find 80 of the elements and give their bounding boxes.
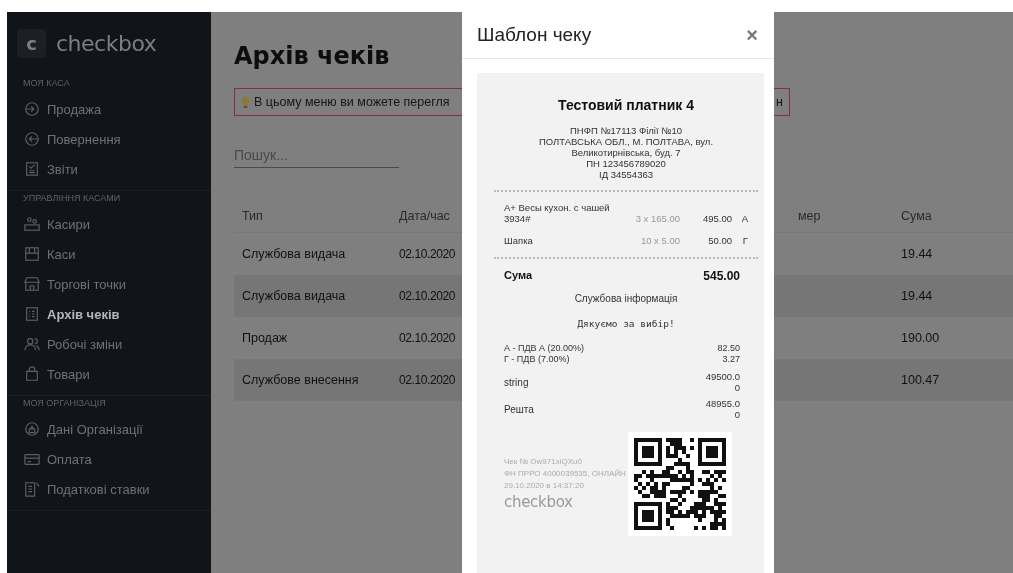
payment-value: 49500.00: [704, 371, 740, 393]
sidebar-item[interactable]: Робочі зміни: [7, 329, 211, 359]
table-cell: 02.10.2020: [399, 373, 456, 387]
enter-icon: [24, 101, 40, 117]
item-quantity: 10 x 5.00: [639, 235, 680, 246]
document-icon: [24, 481, 40, 497]
sidebar-item[interactable]: Звіти: [7, 154, 211, 184]
hint-text: н: [776, 95, 783, 109]
receipt-text: ПОЛТАВСЬКА ОБЛ., М. ПОЛТАВА, вул. Великотирнівська, буд. 7: [537, 136, 715, 158]
item-amount: 495.00: [701, 213, 732, 224]
total-value: 545.00: [703, 269, 740, 283]
section-label: МОЯ КАСА: [22, 78, 71, 90]
table-cell: 19.44: [901, 289, 933, 303]
report-icon: [24, 161, 40, 177]
receipt-text: ІД 34554363: [598, 169, 654, 180]
tax-letter: А: [740, 213, 748, 224]
table-cell: 02.10.2020: [399, 289, 456, 303]
receipt-text: ФН ПРРО 4000039535, ОНЛАЙН: [504, 468, 626, 480]
table-cell: 100.47: [901, 373, 940, 387]
column-header: Дата/час: [399, 209, 450, 223]
sidebar-item[interactable]: Повернення: [7, 124, 211, 154]
sidebar-item[interactable]: Архів чеків: [7, 299, 211, 329]
receipt-text: ПНФП №17113 Філії №10: [569, 125, 683, 136]
logo-mark: c: [17, 29, 46, 58]
tax-label: А - ПДВ А (20.00%): [504, 343, 585, 354]
register-icon: [24, 246, 40, 262]
payment-value: 48955.00: [704, 398, 740, 420]
sidebar-item[interactable]: Торгові точки: [7, 269, 211, 299]
modal-title: Шаблон чеку: [477, 24, 592, 46]
brand-logo: checkbox: [504, 492, 574, 512]
tax-label: Г - ПДВ (7.00%): [504, 354, 570, 365]
table-cell: 02.10.2020: [399, 247, 456, 261]
table-cell: 190.00: [901, 331, 940, 345]
section-label: МОЯ ОРГАНІЗАЦІЯ: [22, 398, 107, 410]
section-label: УПРАВЛІННЯ КАСАМИ: [22, 193, 122, 205]
table-cell: Службове внесення: [242, 373, 359, 387]
item-amount: 50.00: [707, 235, 732, 246]
receipt-text: ПН 123456789020: [585, 158, 667, 169]
lightbulb-icon: [241, 95, 250, 109]
column-header: Тип: [242, 209, 263, 223]
column-header: Сума: [901, 209, 932, 223]
users-icon: [24, 336, 40, 352]
logo-text: checkbox: [56, 31, 157, 56]
tax-letter: Г: [741, 235, 748, 246]
sidebar-item[interactable]: Оплата: [7, 444, 211, 474]
total-label: Сума: [504, 269, 533, 283]
payment-label: Решта: [504, 403, 534, 415]
receipt-text: Дякуємо за вибір!: [576, 318, 676, 329]
sidebar-item[interactable]: Касири: [7, 209, 211, 239]
receipt-text: Чек № Ow971xiQXu0: [504, 456, 583, 468]
close-button[interactable]: ×: [742, 23, 762, 47]
receipt-text: Службова інформація: [573, 293, 679, 304]
payment-label: string: [504, 376, 529, 388]
page-title: Архів чеків: [234, 42, 391, 70]
sidebar-item[interactable]: Дані Організації: [7, 414, 211, 444]
table-cell: Службова видача: [242, 247, 346, 261]
store-icon: [24, 276, 40, 292]
sidebar-item[interactable]: Продажа: [7, 94, 211, 124]
receipt-text: 29.10.2020 в 14:37:20: [504, 480, 585, 492]
item-quantity: 3 x 165.00: [634, 213, 680, 224]
sidebar-item[interactable]: Каси: [7, 239, 211, 269]
table-cell: Службова видача: [242, 289, 346, 303]
sidebar-item[interactable]: Податкові ставки: [7, 474, 211, 504]
return-icon: [24, 131, 40, 147]
tax-value: 3.27: [722, 354, 740, 365]
table-cell: 02.10.2020: [399, 331, 456, 345]
cashier-icon: [24, 216, 40, 232]
hint-text: В цьому меню ви можете перегля: [254, 95, 450, 109]
receipt-icon: [24, 306, 40, 322]
column-header: мер: [798, 209, 821, 223]
tax-value: 82.50: [717, 343, 740, 354]
bag-icon: [24, 366, 40, 382]
card-icon: [24, 451, 40, 467]
item-name: А+ Весы кухон. с чашей 3934#: [504, 202, 611, 224]
item-name: Шапка: [504, 235, 533, 246]
building-icon: [24, 421, 40, 437]
table-cell: Продаж: [242, 331, 288, 345]
sidebar-item[interactable]: Товари: [7, 359, 211, 389]
receipt-title: Тестовий платник 4: [557, 97, 695, 113]
table-cell: 19.44: [901, 247, 933, 261]
